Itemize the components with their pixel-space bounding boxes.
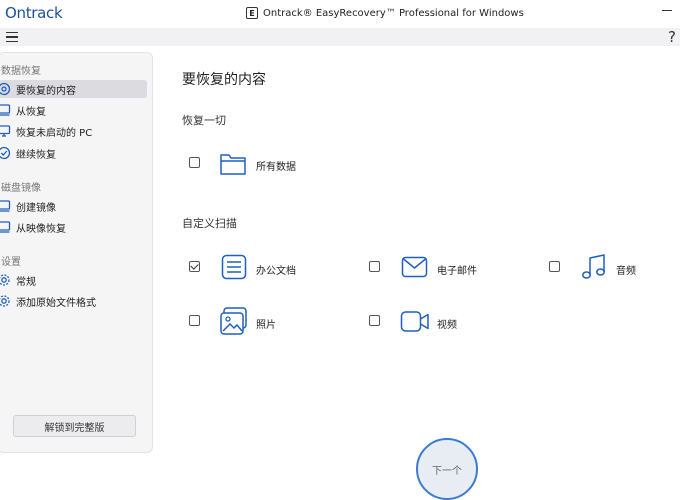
next-button-label: 下一个 xyxy=(432,466,462,477)
photo-icon xyxy=(219,306,247,335)
sidebar-section-settings: 设置 xyxy=(1,257,21,268)
video-checkbox[interactable] xyxy=(369,315,380,326)
image-drive-icon xyxy=(0,220,11,234)
sidebar-item-label: 从映像恢复 xyxy=(16,223,66,235)
gear-icon xyxy=(0,273,11,287)
music-icon xyxy=(581,253,609,281)
photo-label: 照片 xyxy=(256,320,276,331)
hamburger-menu-icon[interactable] xyxy=(6,32,18,42)
next-button[interactable]: 下一个 xyxy=(416,438,478,500)
help-button[interactable]: ? xyxy=(668,28,676,46)
audio-label: 音频 xyxy=(616,266,636,277)
create-image-icon xyxy=(0,199,11,213)
sidebar-section-data-recovery: 数据恢复 xyxy=(1,66,41,77)
office-docs-label: 办公文档 xyxy=(256,266,296,277)
sidebar-item-label: 从恢复 xyxy=(16,106,46,118)
custom-scan-heading: 自定义扫描 xyxy=(182,217,237,230)
drive-icon xyxy=(0,103,11,117)
video-icon xyxy=(400,310,429,338)
all-data-checkbox[interactable] xyxy=(189,157,200,168)
video-label: 视频 xyxy=(437,320,457,331)
ontrack-logo: Ontrack xyxy=(5,4,63,22)
sidebar-item-label: 继续恢复 xyxy=(16,149,56,161)
sidebar-item-label: 创建镜像 xyxy=(16,202,56,214)
email-checkbox[interactable] xyxy=(369,261,380,272)
minimize-button[interactable] xyxy=(660,3,674,17)
sidebar-item-recover-unbootable-pc[interactable]: 恢复未启动的 PC xyxy=(0,122,147,140)
office-docs-checkbox[interactable] xyxy=(189,261,200,272)
all-data-label: 所有数据 xyxy=(256,162,296,173)
audio-checkbox[interactable] xyxy=(549,261,560,272)
window-title: E Ontrack® EasyRecovery™ Professional fo… xyxy=(246,7,524,19)
disc-icon xyxy=(0,82,11,96)
sidebar-item-label: 常规 xyxy=(16,276,36,288)
email-label: 电子邮件 xyxy=(437,266,477,277)
sidebar-item-label: 添加原始文件格式 xyxy=(16,297,96,309)
photo-checkbox[interactable] xyxy=(189,315,200,326)
sidebar-item-recover-from-image[interactable]: 从映像恢复 xyxy=(0,218,147,236)
sidebar-item-add-raw-format[interactable]: 添加原始文件格式 xyxy=(0,292,147,310)
sidebar-item-create-image[interactable]: 创建镜像 xyxy=(0,197,147,215)
mail-icon xyxy=(401,256,429,284)
sidebar: 数据恢复 要恢复的内容 从恢复 恢复未启动的 PC 继续恢复 磁盘镜像 创建镜像 xyxy=(0,52,153,453)
sidebar-item-label: 恢复未启动的 PC xyxy=(16,127,93,139)
check-circle-icon xyxy=(0,146,11,160)
recover-all-heading: 恢复一切 xyxy=(182,114,226,127)
sidebar-item-general[interactable]: 常规 xyxy=(0,271,147,289)
folder-icon xyxy=(219,150,247,178)
document-icon xyxy=(221,254,249,282)
app-icon: E xyxy=(246,7,258,19)
page-title: 要恢复的内容 xyxy=(182,72,266,88)
gear-plus-icon xyxy=(0,294,11,308)
sidebar-item-recover-from[interactable]: 从恢复 xyxy=(0,101,147,119)
sidebar-item-label: 要恢复的内容 xyxy=(16,85,76,97)
menu-bar: ? xyxy=(0,28,680,46)
sidebar-item-continue-recovery[interactable]: 继续恢复 xyxy=(0,144,147,162)
unlock-full-version-button[interactable]: 解锁到完整版 xyxy=(13,415,136,437)
sidebar-section-disk-image: 磁盘镜像 xyxy=(1,183,41,194)
computer-icon xyxy=(0,124,11,138)
title-bar: Ontrack E Ontrack® EasyRecovery™ Profess… xyxy=(0,0,680,28)
sidebar-item-what-to-recover[interactable]: 要恢复的内容 xyxy=(0,80,147,98)
